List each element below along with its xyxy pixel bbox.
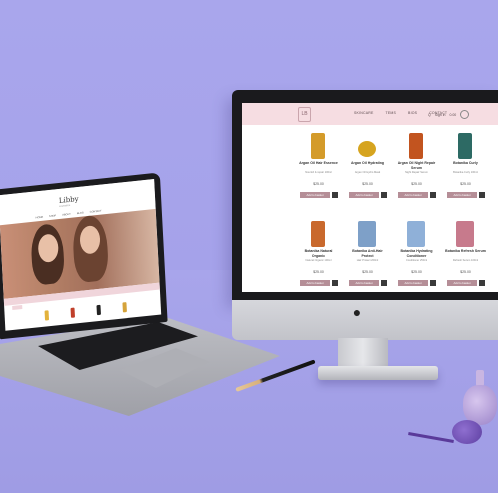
mb-product-thumb[interactable] bbox=[44, 310, 50, 321]
macbook-lid: Libby cosmetics HOME SHOP ABOUT BLOG CON… bbox=[0, 172, 168, 340]
add-to-basket-button[interactable]: Add to basket bbox=[447, 280, 477, 286]
product-desc: Argan Oil Hydro Mask bbox=[354, 171, 381, 174]
add-to-basket-button[interactable]: Add to basket bbox=[447, 192, 477, 198]
product-image[interactable] bbox=[311, 221, 325, 247]
product-card[interactable]: Botanika Curly Botanika Curly 100ml $25.… bbox=[445, 131, 486, 213]
product-name[interactable]: Botanika Anti-Hair Protect bbox=[347, 249, 388, 258]
mb-product-thumb[interactable] bbox=[122, 302, 127, 313]
cart-icon[interactable] bbox=[430, 192, 436, 198]
product-image[interactable] bbox=[458, 133, 472, 159]
product-image[interactable] bbox=[409, 133, 423, 159]
hero-cta-button[interactable] bbox=[12, 305, 23, 311]
product-price: $25.00 bbox=[411, 270, 422, 274]
mb-site-logo-sub: cosmetics bbox=[59, 203, 71, 208]
cart-icon[interactable] bbox=[460, 110, 470, 119]
add-to-basket-button[interactable]: Add to basket bbox=[300, 280, 330, 286]
product-name[interactable]: Argan Oil Hair Essence bbox=[298, 161, 339, 166]
site-header: LB SKINCARE TEMS BIOS CONTACT Q Sign in … bbox=[242, 103, 498, 125]
product-name[interactable]: Botanika Curly bbox=[445, 161, 486, 166]
perfume-bottle bbox=[463, 385, 497, 425]
add-to-basket-button[interactable]: Add to basket bbox=[349, 280, 379, 286]
add-to-basket-button[interactable]: Add to basket bbox=[349, 192, 379, 198]
cart-icon[interactable] bbox=[332, 192, 338, 198]
cart-icon[interactable] bbox=[430, 280, 436, 286]
product-desc: Conditioner 250ml bbox=[405, 259, 428, 262]
product-price: $25.00 bbox=[362, 270, 373, 274]
product-desc: Botanika Curly 100ml bbox=[453, 171, 478, 174]
cart-icon[interactable] bbox=[381, 280, 387, 286]
product-card[interactable]: Argan Oil Hydrating Argan Oil Hydro Mask… bbox=[347, 131, 388, 213]
product-desc: Nourish & repair 100ml bbox=[305, 171, 332, 174]
cart-icon[interactable] bbox=[479, 192, 485, 198]
cart-icon[interactable] bbox=[332, 280, 338, 286]
product-card[interactable]: Botanika Hydrating Conditioner Condition… bbox=[396, 219, 437, 292]
mb-product-thumb[interactable] bbox=[70, 307, 76, 318]
nav-item-skincare[interactable]: SKINCARE bbox=[354, 111, 374, 115]
product-card[interactable]: Botanika Anti-Hair Protect Hair Protect … bbox=[347, 219, 388, 292]
product-desc: Refresh Serum 100ml bbox=[452, 259, 479, 262]
mb-nav-blog[interactable]: BLOG bbox=[77, 211, 84, 215]
nav-item-bios[interactable]: BIOS bbox=[408, 111, 417, 115]
mb-nav-contact[interactable]: CONTACT bbox=[90, 210, 102, 214]
product-image[interactable] bbox=[311, 133, 325, 159]
search-icon[interactable]: Q bbox=[428, 113, 431, 117]
imac-stand-foot bbox=[318, 366, 438, 380]
site-tools: Q Sign in 0.00 bbox=[428, 110, 470, 119]
product-name[interactable]: Botanika Refresh Serum bbox=[445, 249, 486, 254]
mb-nav-home[interactable]: HOME bbox=[36, 216, 44, 220]
product-image[interactable] bbox=[456, 221, 474, 247]
imac-monitor: LB SKINCARE TEMS BIOS CONTACT Q Sign in … bbox=[232, 90, 498, 300]
product-desc: Hair Protect 200ml bbox=[356, 259, 379, 262]
product-price: $25.00 bbox=[313, 270, 324, 274]
product-desc: Natural Organic 100ml bbox=[305, 259, 332, 262]
product-price: $25.00 bbox=[313, 182, 324, 186]
product-card[interactable]: Botanika Natural Organic Natural Organic… bbox=[298, 219, 339, 292]
add-to-basket-button[interactable]: Add to basket bbox=[398, 280, 428, 286]
mb-nav-about[interactable]: ABOUT bbox=[62, 213, 71, 217]
sign-in-link[interactable]: Sign in bbox=[435, 113, 446, 117]
product-card[interactable]: Argan Oil Hair Essence Nourish & repair … bbox=[298, 131, 339, 213]
apple-logo-icon: ● bbox=[352, 304, 362, 320]
mb-product-thumb[interactable] bbox=[96, 304, 101, 316]
add-to-basket-button[interactable]: Add to basket bbox=[398, 192, 428, 198]
cart-icon[interactable] bbox=[479, 280, 485, 286]
imac-chin bbox=[232, 300, 498, 340]
product-image[interactable] bbox=[358, 141, 376, 157]
product-name[interactable]: Argan Oil Night Repair Serum bbox=[396, 161, 437, 170]
product-name[interactable]: Argan Oil Hydrating bbox=[347, 161, 388, 166]
product-name[interactable]: Botanika Natural Organic bbox=[298, 249, 339, 258]
nav-item-tems[interactable]: TEMS bbox=[386, 111, 397, 115]
product-price: $25.00 bbox=[460, 182, 471, 186]
perfume-neck bbox=[476, 370, 484, 386]
product-image[interactable] bbox=[358, 221, 376, 247]
macbook-display: Libby cosmetics HOME SHOP ABOUT BLOG CON… bbox=[0, 179, 162, 331]
perfume-bulb bbox=[452, 420, 482, 444]
cart-icon[interactable] bbox=[381, 192, 387, 198]
imac-display: LB SKINCARE TEMS BIOS CONTACT Q Sign in … bbox=[242, 103, 498, 292]
product-price: $25.00 bbox=[460, 270, 471, 274]
cart-total: 0.00 bbox=[449, 112, 457, 117]
product-price: $25.00 bbox=[362, 182, 373, 186]
add-to-basket-button[interactable]: Add to basket bbox=[300, 192, 330, 198]
product-card[interactable]: Botanika Refresh Serum Refresh Serum 100… bbox=[445, 219, 486, 292]
product-name[interactable]: Botanika Hydrating Conditioner bbox=[396, 249, 437, 258]
mb-product-row bbox=[44, 302, 127, 321]
product-price: $25.00 bbox=[411, 182, 422, 186]
product-image[interactable] bbox=[407, 221, 425, 247]
product-desc: Night Repair Serum bbox=[405, 171, 428, 174]
site-logo[interactable]: LB bbox=[298, 107, 311, 122]
product-grid: Argan Oil Hair Essence Nourish & repair … bbox=[298, 131, 498, 292]
product-card[interactable]: Argan Oil Night Repair Serum Night Repai… bbox=[396, 131, 437, 213]
mb-nav-shop[interactable]: SHOP bbox=[49, 214, 56, 218]
